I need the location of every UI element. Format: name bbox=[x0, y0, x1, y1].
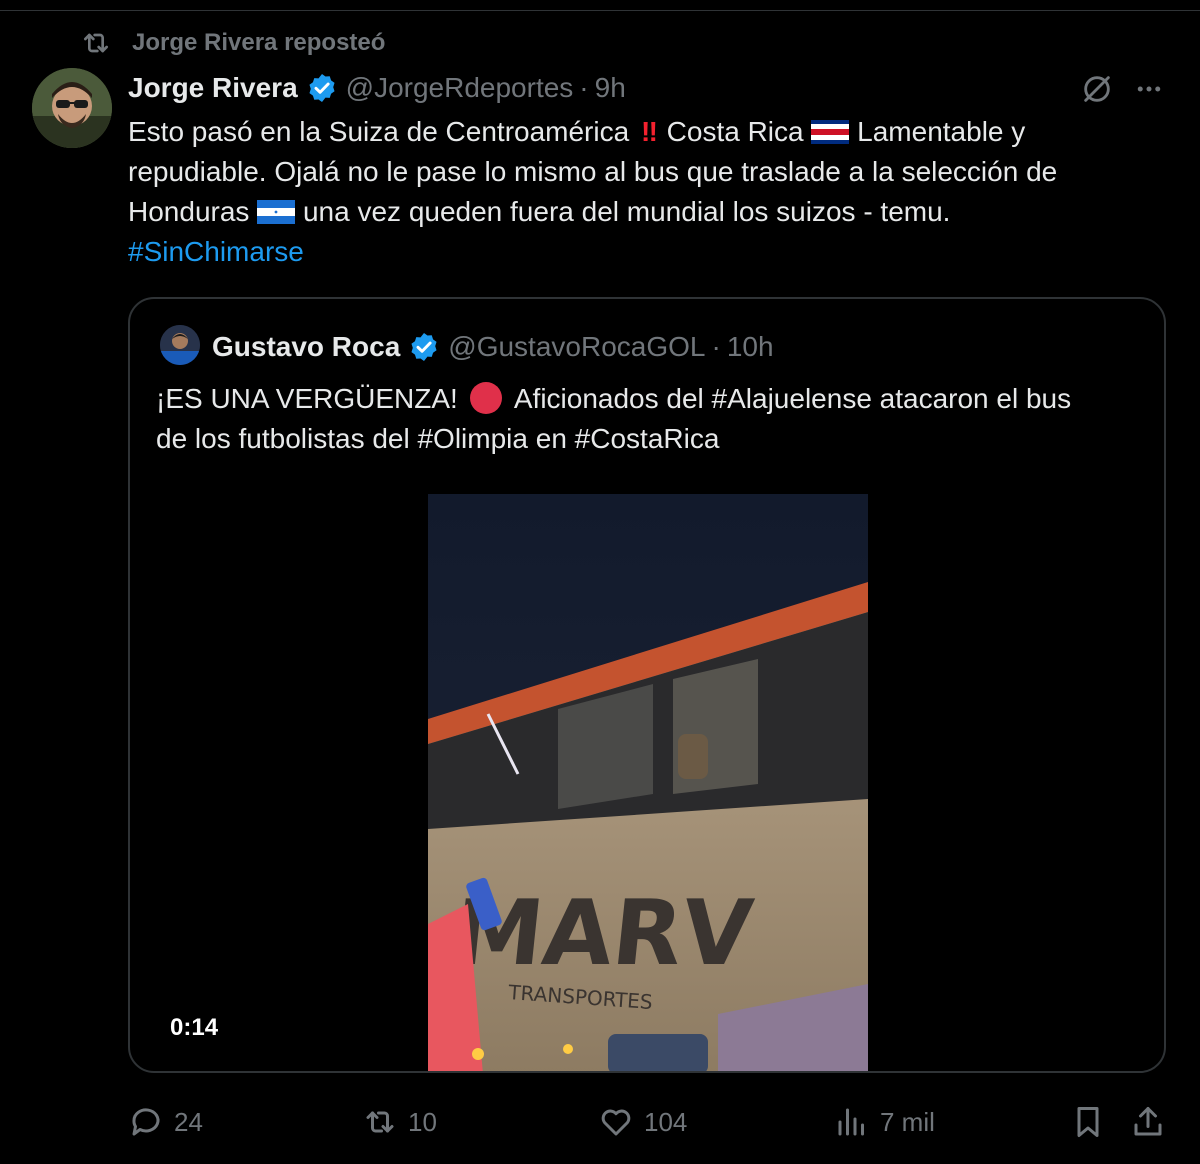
tweet-text-line3a: Honduras bbox=[128, 196, 250, 227]
separator-dot: · bbox=[711, 331, 721, 362]
quoted-text-line2: de los futbolistas del #Olimpia en #Cost… bbox=[156, 423, 720, 454]
tweet-text-part3: Lamentable y bbox=[857, 116, 1026, 147]
video-frame: MARV TRANSPORTES bbox=[428, 494, 868, 1071]
quoted-text: ¡ES UNA VERGÜENZA! Aficionados del #Alaj… bbox=[156, 379, 1146, 459]
tweet-text-part2: Costa Rica bbox=[666, 116, 804, 147]
repost-count: 10 bbox=[408, 1106, 437, 1137]
bookmark-button[interactable] bbox=[1070, 1096, 1116, 1148]
video-brand-text: MARV bbox=[448, 881, 757, 986]
repost-icon bbox=[84, 33, 108, 53]
quoted-handle[interactable]: @GustavoRocaGOL bbox=[448, 331, 705, 363]
video-player[interactable]: MARV TRANSPORTES bbox=[428, 494, 868, 1071]
quoted-avatar-image bbox=[160, 325, 200, 365]
views-count: 7 mil bbox=[880, 1106, 935, 1137]
verified-icon bbox=[411, 333, 437, 361]
grok-icon[interactable] bbox=[1080, 72, 1114, 106]
repost-icon bbox=[366, 1111, 394, 1133]
reply-count: 24 bbox=[174, 1106, 203, 1137]
repost-banner-text: Jorge Rivera reposteó bbox=[132, 29, 386, 56]
like-count: 104 bbox=[644, 1106, 688, 1137]
video-duration: 0:14 bbox=[170, 1014, 219, 1041]
quoted-text-line1b: Aficionados del #Alajuelense atacaron el… bbox=[513, 383, 1072, 414]
reply-button[interactable]: 24 bbox=[128, 1096, 203, 1148]
angry-face-emoji bbox=[469, 381, 502, 414]
repost-banner[interactable]: Jorge Rivera reposteó bbox=[80, 28, 385, 58]
like-icon bbox=[601, 1109, 631, 1136]
avatar-image bbox=[32, 68, 112, 148]
quoted-text-line1a: ¡ES UNA VERGÜENZA! bbox=[156, 383, 458, 414]
repost-button[interactable]: 10 bbox=[362, 1096, 437, 1148]
reply-icon bbox=[132, 1108, 160, 1136]
verified-icon bbox=[309, 74, 335, 102]
author-name[interactable]: Jorge Rivera bbox=[128, 72, 298, 104]
tweet-text: Esto pasó en la Suiza de Centroamérica ‼… bbox=[128, 112, 1168, 272]
quoted-header: Gustavo Roca @GustavoRocaGOL · 10h bbox=[212, 329, 774, 365]
tweet-text-line2: repudiable. Ojalá no le pase lo mismo al… bbox=[128, 156, 1058, 187]
like-button[interactable]: 104 bbox=[598, 1096, 687, 1148]
quoted-tweet[interactable]: Gustavo Roca @GustavoRocaGOL · 10h ¡ES U… bbox=[128, 297, 1166, 1073]
double-exclamation-emoji: ‼ bbox=[640, 116, 658, 147]
views-icon bbox=[838, 1108, 864, 1136]
costa-rica-flag-icon bbox=[811, 119, 850, 144]
avatar[interactable] bbox=[32, 68, 112, 148]
more-icon[interactable] bbox=[1132, 74, 1166, 104]
honduras-flag-icon bbox=[257, 199, 296, 224]
views-button[interactable]: 7 mil bbox=[834, 1096, 935, 1148]
author-handle[interactable]: @JorgeRdeportes bbox=[346, 72, 574, 104]
bookmark-icon bbox=[1077, 1107, 1099, 1137]
top-divider bbox=[0, 0, 1200, 11]
tweet-time[interactable]: 9h bbox=[595, 72, 626, 104]
share-button[interactable] bbox=[1130, 1096, 1176, 1148]
quoted-author-name[interactable]: Gustavo Roca bbox=[212, 331, 400, 363]
tweet-text-part1: Esto pasó en la Suiza de Centroamérica bbox=[128, 116, 630, 147]
share-icon bbox=[1134, 1107, 1162, 1136]
tweet-text-line3b: una vez queden fuera del mundial los sui… bbox=[302, 196, 951, 227]
quoted-time[interactable]: 10h bbox=[727, 331, 774, 363]
quoted-avatar[interactable] bbox=[160, 325, 200, 365]
hashtag-link[interactable]: #SinChimarse bbox=[128, 232, 1168, 272]
tweet-header: Jorge Rivera @JorgeRdeportes · 9h bbox=[128, 70, 626, 106]
action-bar: 24 10 104 7 mil bbox=[0, 1096, 1200, 1148]
separator-dot: · bbox=[579, 72, 589, 103]
